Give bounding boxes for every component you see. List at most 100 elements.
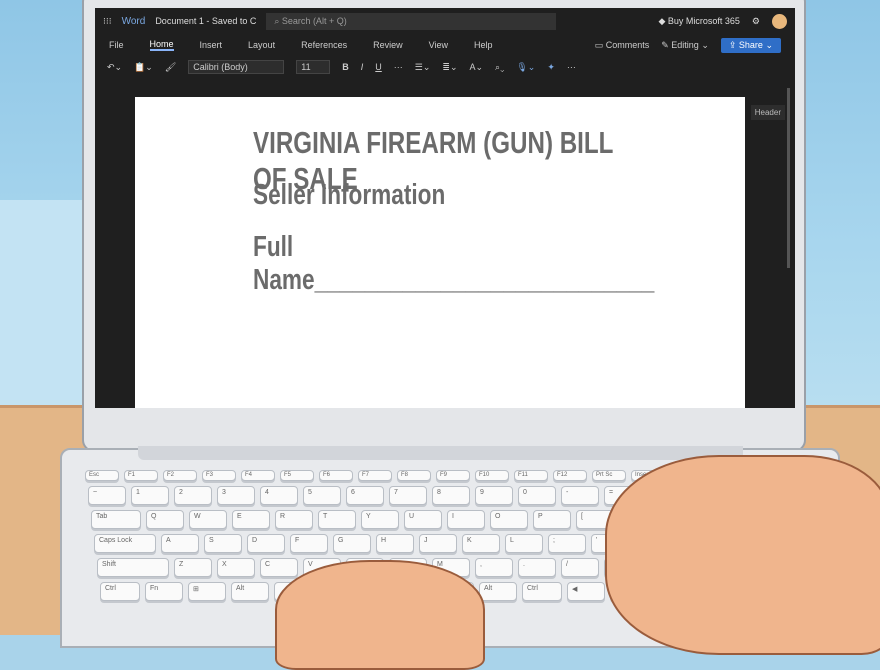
key[interactable]: I	[447, 510, 485, 529]
document-page[interactable]: VIRGINIA FIREARM (GUN) BILL OF SALE Sell…	[135, 97, 745, 408]
font-size-dropdown[interactable]: 11	[296, 60, 331, 74]
settings-gear-icon[interactable]: ⚙	[752, 16, 760, 27]
tab-home[interactable]: Home	[149, 39, 174, 51]
key[interactable]: Prt Sc	[592, 470, 626, 481]
more-options-button[interactable]: ···	[567, 62, 576, 72]
key[interactable]: F7	[358, 470, 392, 481]
key[interactable]: X	[217, 558, 255, 577]
key[interactable]: Q	[146, 510, 184, 529]
key[interactable]: F2	[163, 470, 197, 481]
key[interactable]: R	[275, 510, 313, 529]
key[interactable]: Esc	[85, 470, 119, 481]
ribbon-toolbar: ↶⌄ 📋⌄ 🖌 Calibri (Body) 11 B I U ··· ☰⌄ ≣…	[95, 56, 795, 78]
key[interactable]: J	[419, 534, 457, 553]
key[interactable]: H	[376, 534, 414, 553]
bullets-icon[interactable]: ☰⌄	[415, 62, 431, 73]
underline-button[interactable]: U	[375, 62, 382, 72]
key[interactable]: .	[518, 558, 556, 577]
share-button[interactable]: ⇪ Share ⌄	[720, 37, 781, 53]
key[interactable]: F10	[475, 470, 509, 481]
key[interactable]: F3	[202, 470, 236, 481]
find-icon[interactable]: ⌕⌄	[495, 62, 504, 73]
key[interactable]: ,	[475, 558, 513, 577]
key[interactable]: F8	[397, 470, 431, 481]
document-title[interactable]: Document 1 - Saved to C	[155, 16, 256, 26]
key[interactable]: ~	[88, 486, 126, 505]
vertical-scrollbar[interactable]	[787, 88, 790, 268]
key[interactable]: ⊞	[188, 582, 226, 601]
italic-button[interactable]: I	[361, 62, 364, 72]
key[interactable]: F1	[124, 470, 158, 481]
avatar[interactable]	[772, 13, 787, 29]
key[interactable]: 1	[131, 486, 169, 505]
paste-icon[interactable]: 📋⌄	[134, 62, 153, 73]
key[interactable]: F12	[553, 470, 587, 481]
key[interactable]: Ctrl	[522, 582, 562, 601]
dictate-microphone-icon[interactable]: 🎙⌄	[516, 62, 535, 73]
key[interactable]: Fn	[145, 582, 183, 601]
key[interactable]: 4	[260, 486, 298, 505]
styles-icon[interactable]: A⌄	[470, 62, 484, 73]
tab-references[interactable]: References	[301, 40, 347, 50]
app-launcher-icon[interactable]: ⁝⁝⁝	[103, 16, 112, 27]
key[interactable]: C	[260, 558, 298, 577]
key[interactable]: Alt	[231, 582, 269, 601]
key[interactable]: F6	[319, 470, 353, 481]
bold-button[interactable]: B	[342, 62, 349, 72]
key[interactable]: 6	[346, 486, 384, 505]
key[interactable]: ◀	[567, 582, 605, 601]
tab-layout[interactable]: Layout	[248, 40, 275, 50]
key[interactable]: Ctrl	[100, 582, 140, 601]
key[interactable]: F9	[436, 470, 470, 481]
key[interactable]: F	[290, 534, 328, 553]
key[interactable]: T	[318, 510, 356, 529]
key[interactable]: A	[161, 534, 199, 553]
full-name-field: Full Name___________________________	[253, 231, 655, 296]
key[interactable]: ;	[548, 534, 586, 553]
key[interactable]: 9	[475, 486, 513, 505]
key[interactable]: L	[505, 534, 543, 553]
font-name-dropdown[interactable]: Calibri (Body)	[188, 60, 285, 74]
key[interactable]: 3	[217, 486, 255, 505]
more-font-options-button[interactable]: ···	[394, 62, 403, 72]
key[interactable]: 5	[303, 486, 341, 505]
key[interactable]: Z	[174, 558, 212, 577]
key[interactable]: Alt	[479, 582, 517, 601]
key[interactable]: 2	[174, 486, 212, 505]
tab-review[interactable]: Review	[373, 40, 403, 50]
tab-view[interactable]: View	[429, 40, 448, 50]
header-tag[interactable]: Header	[750, 105, 785, 120]
key[interactable]: Shift	[97, 558, 169, 577]
key[interactable]: Y	[361, 510, 399, 529]
key[interactable]: Tab	[91, 510, 141, 529]
tab-help[interactable]: Help	[474, 40, 493, 50]
key[interactable]: 0	[518, 486, 556, 505]
key[interactable]: F4	[241, 470, 275, 481]
key[interactable]: P	[533, 510, 571, 529]
tab-file[interactable]: File	[109, 40, 124, 50]
key[interactable]: 7	[389, 486, 427, 505]
align-icon[interactable]: ≣⌄	[442, 62, 457, 73]
comments-button[interactable]: ▭ Comments	[595, 40, 650, 51]
key[interactable]: G	[333, 534, 371, 553]
buy-microsoft-link[interactable]: ◆ Buy Microsoft 365	[658, 16, 739, 27]
key[interactable]: -	[561, 486, 599, 505]
key[interactable]: F11	[514, 470, 548, 481]
key[interactable]: O	[490, 510, 528, 529]
key[interactable]: Caps Lock	[94, 534, 156, 553]
key[interactable]: F5	[280, 470, 314, 481]
undo-icon[interactable]: ↶⌄	[107, 62, 122, 73]
key[interactable]: W	[189, 510, 227, 529]
key[interactable]: 8	[432, 486, 470, 505]
key[interactable]: U	[404, 510, 442, 529]
key[interactable]: /	[561, 558, 599, 577]
key[interactable]: E	[232, 510, 270, 529]
format-painter-icon[interactable]: 🖌	[165, 62, 176, 73]
key[interactable]: D	[247, 534, 285, 553]
key[interactable]: S	[204, 534, 242, 553]
key[interactable]: K	[462, 534, 500, 553]
tab-insert[interactable]: Insert	[200, 40, 223, 50]
editing-mode-dropdown[interactable]: ✎ Editing ⌄	[661, 40, 709, 51]
designer-icon[interactable]: ✦	[547, 62, 555, 73]
search-input[interactable]: ⌕ Search (Alt + Q)	[266, 12, 557, 30]
